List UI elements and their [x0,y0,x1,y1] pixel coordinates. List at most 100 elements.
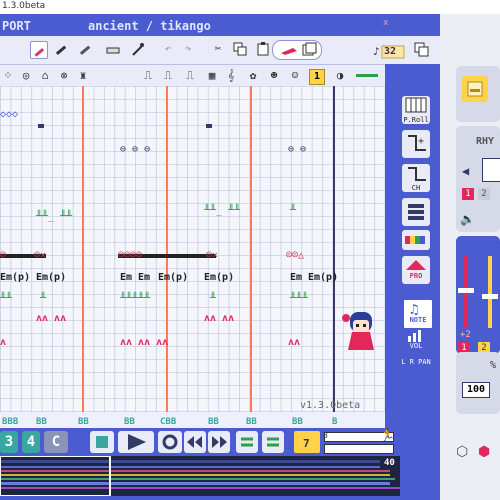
chord-label[interactable]: Em(p) [158,272,188,283]
color-bar-button[interactable] [402,230,430,250]
stop-button[interactable] [90,431,114,453]
eraser-icon[interactable] [105,41,121,57]
note-mark[interactable]: ╨╨_ ╨╨ [204,206,240,216]
copy-icon[interactable] [232,41,248,57]
volume-mode-button[interactable]: VOL [402,330,430,352]
note-mark[interactable]: ╨ [210,294,216,304]
cube-icon[interactable]: ⬡ [456,444,468,460]
pro-button[interactable]: PRO [402,256,430,284]
chord-label[interactable]: Em [290,272,302,283]
cat-icon[interactable]: ☻ [266,68,282,84]
swap-left-button[interactable] [236,431,258,453]
vocal-icon[interactable]: ☺ [287,68,303,84]
pencil-icon[interactable] [30,41,48,59]
chord-face-icon[interactable]: ☹× [206,251,218,261]
note-mark[interactable]: ʌʌ ʌʌ [36,314,66,324]
bird-icon[interactable]: ✿ [245,68,261,84]
loop-button[interactable] [158,431,182,453]
chord-label[interactable]: Em [138,272,150,283]
note-mark[interactable] [38,124,44,128]
note-mark[interactable]: ʌʌ [288,338,300,348]
part-number-badge[interactable]: 1 [309,69,325,85]
note-mark[interactable]: ╨╨╨ [290,294,308,304]
redo-icon[interactable]: ↷ [180,41,196,57]
pen-icon[interactable] [77,41,93,57]
fast-forward-button[interactable] [208,431,230,453]
paste-icon[interactable] [255,41,271,57]
guitar-icon[interactable]: 𝄞 [223,68,239,84]
playhead-line[interactable] [333,86,335,412]
rhythm-selector[interactable] [482,158,500,182]
rewind-button[interactable] [184,431,206,453]
piano-roll-button[interactable]: P.Roll [402,96,430,124]
rhythm-prev-icon[interactable]: ◀ [462,164,469,178]
note-mark[interactable]: ╨ [40,294,46,304]
instrument-cymbal-icon[interactable]: ⊗ [56,68,72,84]
channel-c-button[interactable]: C [44,431,68,453]
speaker-icon[interactable]: 🔈 [460,212,475,226]
chord-label[interactable]: Em [120,272,132,283]
play-button[interactable] [118,431,154,453]
instrument-bell-icon[interactable]: ⌂ [37,68,53,84]
cut-icon[interactable]: ✂ [210,41,226,57]
chord-face-icon[interactable]: ☹× [34,251,46,261]
chord-face-icon[interactable]: ☹☹☹☹ [118,251,142,261]
svg-text:BBB: BBB [2,417,19,427]
song-minimap[interactable]: 40 [0,456,400,496]
magic-icon[interactable] [130,41,146,57]
note-mark[interactable]: ⊖ ⊖ [288,145,306,155]
badge-two[interactable]: 2 [478,188,490,200]
note-mark[interactable]: ╨ [290,206,296,216]
rhythm-2-icon[interactable]: ⎍ [160,68,176,84]
undo-icon[interactable]: ↶ [160,41,176,57]
pan-mode-button[interactable]: L R PAN [400,358,432,380]
svg-text:♫: ♫ [410,302,418,316]
note-mark[interactable]: ʌʌ ʌʌ [204,314,234,324]
speed-box[interactable]: 7 [294,431,320,453]
part-tab-a-icon[interactable]: ◑ [332,68,348,84]
export-label[interactable]: PORT [2,19,31,33]
save-icon[interactable] [462,76,488,102]
chord-label[interactable]: Em(p) [36,272,66,283]
level-knob-left[interactable] [458,288,474,293]
note-mark[interactable]: ╨╨╨╨╨ [120,294,150,304]
note-mark[interactable]: ⊖ ⊖ ⊖ [120,145,150,155]
size-toggle-icon[interactable] [414,42,430,58]
channel-3-button[interactable]: 3 [0,431,18,453]
instrument-dots-icon[interactable]: ⁘ [0,68,16,84]
select-mode-toggle[interactable] [272,40,322,60]
eraser-pen-icon[interactable] [53,41,69,57]
instrument-stand-icon[interactable]: ♜ [75,68,91,84]
tempo-display[interactable]: ♪ 32 [372,40,406,60]
chord-label[interactable]: Em(p) [308,272,338,283]
level-slider-right[interactable] [488,256,492,328]
channel-4-button[interactable]: 4 [22,431,40,453]
note-mark[interactable]: ʌ [0,338,6,348]
chord-label[interactable]: Em(p) [204,272,234,283]
layers-button[interactable] [402,198,430,226]
song-title[interactable]: ancient / tikango [88,19,211,33]
gem-icon[interactable]: ⬢ [478,444,490,460]
note-mark[interactable]: ◇◇◇ [0,110,18,120]
add-channel-button[interactable]: + [402,130,430,158]
chord-face-icon[interactable]: ☹ [0,251,6,261]
part-line-icon[interactable] [356,74,378,77]
badge-one[interactable]: 1 [462,188,474,200]
rhythm-1-icon[interactable]: ⎍ [140,68,156,84]
note-mark[interactable]: ╨╨_ ╨╨ [36,212,72,222]
note-mark[interactable] [206,124,212,128]
chord-face-icon[interactable]: ☹☹△ [286,251,304,261]
channel-button[interactable]: CH [402,164,430,192]
keyboard-icon[interactable]: ▦ [204,68,220,84]
instrument-drum-icon[interactable]: ◎ [18,68,34,84]
note-mark[interactable]: ʌʌ ʌʌ ʌʌ [120,338,168,348]
chord-label[interactable]: Em(p) [0,272,30,283]
rhythm-3-icon[interactable]: ⎍ [182,68,198,84]
note-mode-button[interactable]: ♫ NOTE [402,298,434,330]
level-knob-right[interactable] [482,294,498,299]
score-grid[interactable]: ◇◇◇ ⊖ ⊖ ⊖ ⊖ ⊖ ╨╨_ ╨╨ ╨╨_ ╨╨ ╨ ☹ ☹× ☹☹☹☹ … [0,86,385,412]
zoom-slider[interactable] [324,444,394,454]
tempo-percent-box[interactable]: 100 [462,382,490,398]
swap-right-button[interactable] [262,431,284,453]
note-mark[interactable]: ╨╨ [0,294,12,304]
